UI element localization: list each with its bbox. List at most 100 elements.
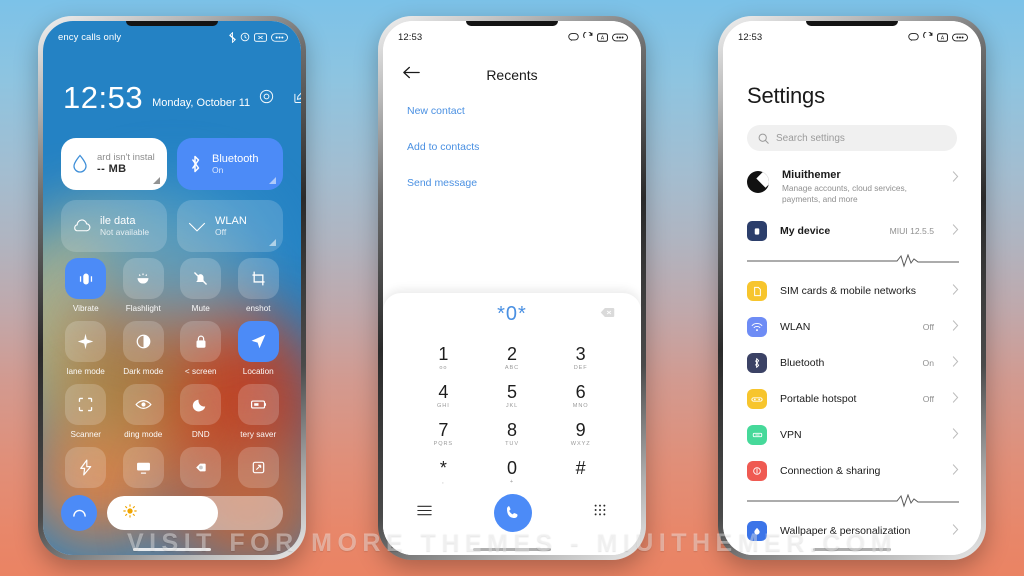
dialed-number-row: *0* [383,293,641,335]
dialpad-row: 4 GHI 5 JKL 6 MNO [409,377,615,415]
toggle-lock-screen[interactable]: < screen [172,321,230,376]
section-divider [747,254,959,268]
keypad-icon[interactable] [593,503,607,522]
flashlight-icon [122,258,164,299]
toggle-label: enshot [245,304,271,313]
mobile-data-card[interactable]: ile data Not available [61,200,167,252]
key-letters: MNO [572,402,589,409]
key-9[interactable]: 9 WXYZ [546,415,615,453]
menu-icon[interactable] [417,504,432,522]
action-add-to-contacts[interactable]: Add to contacts [407,141,479,153]
action-new-contact[interactable]: New contact [407,105,479,117]
vpn-icon [747,425,767,446]
toggle-row: Vibrate Flashlight Mute enshot [57,258,287,313]
key-7[interactable]: 7 PQRS [409,415,478,453]
dialed-number[interactable]: *0* [497,303,527,326]
toggle-scanner[interactable]: Scanner [57,384,115,439]
edit-icon[interactable] [293,89,301,112]
storage-card[interactable]: ard isn't instal -- MB [61,138,167,190]
settings-gear-icon[interactable] [259,89,274,112]
account-row[interactable]: Miuithemer Manage accounts, cloud servic… [723,163,981,213]
chevron-right-icon [952,354,959,372]
storage-card-subtitle: -- MB [97,163,127,176]
toggle-location[interactable]: Location [230,321,288,376]
settings-row-my-device[interactable]: My device MIUI 12.5.5 [723,213,981,249]
hotspot-icon [747,389,767,410]
clock-date: Monday, October 11 [152,97,251,110]
card-resize-handle[interactable] [269,177,276,184]
key-star[interactable]: *, [409,453,478,491]
chevron-right-icon [952,282,959,300]
quick-card-row: ard isn't instal -- MB Bluetooth On [61,138,283,190]
clock-time: 12:53 [63,80,144,115]
key-letters: , [442,478,445,485]
toggle-auto-rotate[interactable] [230,447,288,493]
toggle-reading-mode[interactable]: ding mode [115,384,173,439]
screenshot-icon [237,258,279,299]
back-arrow-icon[interactable] [403,66,420,84]
settings-row-wallpaper-personalization[interactable]: Wallpaper & personalization [723,513,981,549]
action-send-message[interactable]: Send message [407,177,479,189]
toggle-dark-mode[interactable]: Dark mode [115,321,173,376]
toggle-mute[interactable]: Mute [172,258,230,313]
settings-row-label: Portable hotspot [780,393,857,406]
storage-card-title: ard isn't instal [97,151,155,163]
mobile-data-card-title: ile data [100,214,136,227]
key-digit: 0 [507,457,518,478]
key-2[interactable]: 2 ABC [478,339,547,377]
bluetooth-card[interactable]: Bluetooth On [177,138,283,190]
key-digit: 3 [575,344,586,364]
toggle-reading-light[interactable] [172,447,230,493]
card-resize-handle[interactable] [153,177,160,184]
vol-icon: A [937,32,948,42]
settings-row-connection-sharing[interactable]: Connection & sharing [723,453,981,489]
arc-icon[interactable] [61,495,97,531]
toggle-cast[interactable] [115,447,173,493]
card-resize-handle[interactable] [269,239,276,246]
settings-row-vpn[interactable]: VPN [723,417,981,453]
sim-icon [747,281,767,302]
rotate-icon [237,447,279,488]
water-drop-icon [73,154,87,173]
brightness-row [61,495,283,531]
key-letters: GHI [437,402,450,409]
settings-row-portable-hotspot[interactable]: Portable hotspot Off [723,381,981,417]
key-4[interactable]: 4 GHI [409,377,478,415]
toggle-dnd[interactable]: DND [172,384,230,439]
key-5[interactable]: 5 JKL [478,377,547,415]
search-settings-field[interactable]: Search settings [747,125,957,151]
toggle-screenshot[interactable]: enshot [230,258,288,313]
backspace-icon[interactable] [600,305,615,323]
settings-row-bluetooth[interactable]: Bluetooth On [723,345,981,381]
contrast-icon [122,321,164,362]
toggle-battery-saver[interactable]: tery saver [230,384,288,439]
settings-row-sim-cards[interactable]: SIM cards & mobile networks [723,273,981,309]
bluetooth-icon [191,155,200,173]
svg-text:A: A [601,35,605,41]
toggle-vibrate[interactable]: Vibrate [57,258,115,313]
account-subtitle: Manage accounts, cloud services, payment… [782,183,907,205]
quick-card-row: ile data Not available WLAN Off [61,200,283,252]
key-digit: 4 [438,381,449,402]
key-8[interactable]: 8 TUV [478,415,547,453]
call-button[interactable] [493,493,532,532]
status-time: 12:53 [398,31,423,43]
settings-list: Miuithemer Manage accounts, cloud servic… [723,163,981,555]
key-6[interactable]: 6 MNO [546,377,615,415]
toggle-label: < screen [184,367,217,376]
key-1[interactable]: 1 oo [409,339,478,377]
rotate-icon [583,32,593,39]
toggle-airplane-mode[interactable]: lane mode [57,321,115,376]
wlan-card[interactable]: WLAN Off [177,200,283,252]
key-0[interactable]: 0 + [478,453,547,491]
settings-row-wlan[interactable]: WLAN Off [723,309,981,345]
key-3[interactable]: 3 DEF [546,339,615,377]
phone-notch [466,21,558,26]
key-hash[interactable]: # [546,453,615,491]
toggle-label: Dark mode [123,367,164,376]
phone-control-center: ency calls only 12:53 Monday, October 11 [38,16,306,560]
brightness-slider[interactable] [107,496,283,530]
toggle-power-boost[interactable] [57,447,115,493]
toggle-flashlight[interactable]: Flashlight [115,258,173,313]
alarm-icon [240,32,250,42]
